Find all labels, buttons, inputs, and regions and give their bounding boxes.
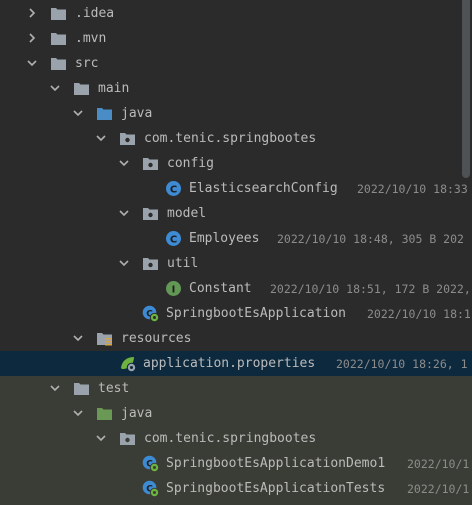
tree-row-test-java[interactable]: java — [0, 401, 472, 426]
tree-item-label: SpringbootEsApplicationTests — [166, 481, 386, 496]
file-meta: 2022/10/10 18:1 — [367, 307, 471, 321]
chevron-down-icon[interactable] — [118, 207, 130, 219]
tree-item-label: com.tenic.springbootes — [144, 131, 317, 146]
tree-item-label: .idea — [75, 6, 115, 21]
tree-row-model[interactable]: model — [0, 201, 472, 226]
tree-row-mvn[interactable]: .mvn — [0, 26, 472, 51]
tree-row-idea[interactable]: .idea — [0, 1, 472, 26]
package-icon — [143, 208, 158, 220]
class-icon: C — [166, 231, 181, 246]
tree-item-label: com.tenic.springbootes — [144, 431, 317, 446]
source-folder-icon — [97, 108, 112, 120]
tree-item-label: model — [167, 206, 207, 221]
tree-row-test-package[interactable]: com.tenic.springbootes — [0, 426, 472, 451]
folder-icon — [51, 58, 66, 70]
vertical-scrollbar[interactable] — [460, 0, 472, 505]
tree-row-test[interactable]: test — [0, 376, 472, 401]
tree-row-java[interactable]: java — [0, 101, 472, 126]
chevron-down-icon[interactable] — [95, 132, 107, 144]
tree-item-label: src — [75, 56, 99, 71]
chevron-down-icon[interactable] — [95, 432, 107, 444]
spring-test-class-icon: C — [142, 455, 159, 472]
file-meta: 2022/10/10 18:26, 1 — [336, 357, 468, 371]
tree-row-springbootesapplicationdemo1[interactable]: C SpringbootEsApplicationDemo1 2022/10/1 — [0, 451, 472, 476]
file-meta: 2022/10/10 18:48, 305 B 202 — [277, 232, 464, 246]
tree-row-package[interactable]: com.tenic.springbootes — [0, 126, 472, 151]
tree-item-label: java — [121, 106, 153, 121]
tree-item-label: resources — [121, 331, 192, 346]
tree-row-elasticsearchconfig[interactable]: C ElasticsearchConfig 2022/10/10 18:33 — [0, 176, 472, 201]
chevron-down-icon[interactable] — [72, 107, 84, 119]
package-icon — [120, 133, 135, 145]
spring-boot-class-icon: C — [142, 305, 159, 322]
file-meta: 2022/10/10 18:51, 172 B 2022, — [270, 282, 471, 296]
tree-item-label: .mvn — [75, 31, 107, 46]
chevron-down-icon[interactable] — [72, 332, 84, 344]
tree-item-label: SpringbootEsApplication — [166, 306, 347, 321]
chevron-down-icon[interactable] — [49, 82, 61, 94]
tree-item-label: main — [98, 81, 130, 96]
tree-row-employees[interactable]: C Employees 2022/10/10 18:48, 305 B 202 — [0, 226, 472, 251]
tree-row-main[interactable]: main — [0, 76, 472, 101]
package-icon — [143, 158, 158, 170]
tree-row-resources[interactable]: resources — [0, 326, 472, 351]
tree-row-springbootesapplication[interactable]: C SpringbootEsApplication 2022/10/10 18:… — [0, 301, 472, 326]
chevron-down-icon[interactable] — [26, 57, 38, 69]
chevron-down-icon[interactable] — [118, 157, 130, 169]
class-icon: C — [166, 181, 181, 196]
chevron-right-icon[interactable] — [26, 7, 38, 19]
resources-folder-icon — [97, 333, 112, 346]
chevron-down-icon[interactable] — [72, 407, 84, 419]
spring-properties-icon — [121, 357, 136, 372]
tree-row-src[interactable]: src — [0, 51, 472, 76]
svg-text:C: C — [170, 185, 177, 196]
folder-icon — [51, 8, 66, 20]
tree-row-application-properties[interactable]: application.properties 2022/10/10 18:26,… — [0, 351, 472, 376]
tree-item-label: config — [167, 156, 214, 171]
chevron-down-icon[interactable] — [49, 382, 61, 394]
tree-item-label: SpringbootEsApplicationDemo1 — [166, 456, 386, 471]
tree-item-label: ElasticsearchConfig — [189, 181, 338, 196]
spring-test-class-icon: C — [142, 480, 159, 497]
package-icon — [143, 258, 158, 270]
tree-item-label: test — [98, 381, 130, 396]
folder-icon — [74, 383, 89, 395]
interface-icon: I — [166, 281, 181, 296]
tree-row-springbootesapplicationtests[interactable]: C SpringbootEsApplicationTests 2022/10/1 — [0, 476, 472, 501]
tree-item-label: java — [121, 406, 153, 421]
tree-row-util[interactable]: util — [0, 251, 472, 276]
chevron-down-icon[interactable] — [118, 257, 130, 269]
tree-item-label: application.properties — [143, 356, 316, 371]
folder-icon — [74, 83, 89, 95]
chevron-right-icon[interactable] — [26, 32, 38, 44]
tree-row-config[interactable]: config — [0, 151, 472, 176]
tree-item-label: Employees — [189, 231, 260, 246]
svg-text:I: I — [172, 285, 176, 296]
tree-item-label: Constant — [189, 281, 252, 296]
tree-item-label: util — [167, 256, 199, 271]
test-source-folder-icon — [97, 408, 112, 420]
project-tree: .idea .mvn src main java com.tenic.sprin… — [0, 0, 472, 505]
svg-text:C: C — [170, 235, 177, 246]
tree-bottom-strip — [0, 501, 472, 505]
scrollbar-thumb[interactable] — [462, 0, 470, 178]
file-meta: 2022/10/10 18:33 — [357, 182, 468, 196]
folder-icon — [51, 33, 66, 45]
package-icon — [120, 433, 135, 445]
tree-row-constant[interactable]: I Constant 2022/10/10 18:51, 172 B 2022, — [0, 276, 472, 301]
